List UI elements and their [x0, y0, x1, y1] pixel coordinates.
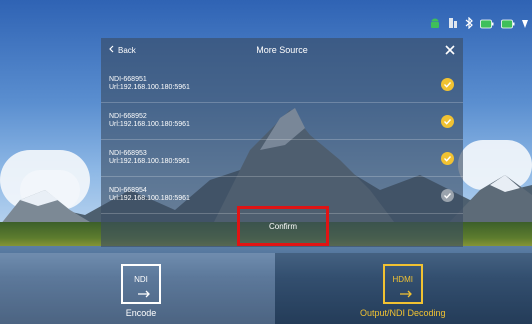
- decode-mode-button[interactable]: HDMI Output/NDI Decoding: [360, 264, 446, 318]
- close-button[interactable]: [443, 43, 457, 57]
- status-bar: [429, 16, 528, 34]
- decode-caption: Output/NDI Decoding: [360, 308, 446, 318]
- confirm-button[interactable]: Confirm: [237, 206, 329, 246]
- check-icon[interactable]: [441, 115, 454, 128]
- source-url: Url:192.168.100.180:5961: [109, 195, 190, 202]
- source-item[interactable]: NDI-668951 Url:192.168.100.180:5961: [101, 66, 463, 103]
- android-icon: [429, 16, 441, 34]
- dialog-title: More Source: [256, 45, 308, 55]
- arrow-right-icon: [138, 290, 150, 298]
- sim-icon: [448, 16, 458, 34]
- more-source-dialog: Back More Source NDI-668951 Url:192.168.…: [101, 38, 463, 247]
- encode-caption: Encode: [125, 308, 157, 318]
- ndi-box: NDI: [121, 264, 161, 304]
- source-url: Url:192.168.100.180:5961: [109, 121, 190, 128]
- close-icon: [445, 45, 455, 55]
- hdmi-box-label: HDMI: [392, 275, 413, 284]
- battery-icon: [480, 16, 494, 34]
- hdmi-box: HDMI: [382, 264, 423, 304]
- source-list: NDI-668951 Url:192.168.100.180:5961 NDI-…: [101, 66, 463, 214]
- source-item[interactable]: NDI-668953 Url:192.168.100.180:5961: [101, 140, 463, 177]
- bluetooth-icon: [465, 16, 473, 34]
- ndi-box-label: NDI: [134, 275, 148, 284]
- source-url: Url:192.168.100.180:5961: [109, 84, 190, 91]
- battery-icon: [501, 16, 515, 34]
- check-icon[interactable]: [441, 152, 454, 165]
- check-icon[interactable]: [441, 78, 454, 91]
- source-item[interactable]: NDI-668952 Url:192.168.100.180:5961: [101, 103, 463, 140]
- check-icon[interactable]: [441, 189, 454, 202]
- arrow-right-icon: [399, 290, 412, 298]
- source-url: Url:192.168.100.180:5961: [109, 158, 190, 165]
- wifi-icon: [522, 16, 528, 34]
- encode-mode-button[interactable]: NDI Encode: [121, 264, 161, 318]
- dialog-header: Back More Source: [101, 38, 463, 64]
